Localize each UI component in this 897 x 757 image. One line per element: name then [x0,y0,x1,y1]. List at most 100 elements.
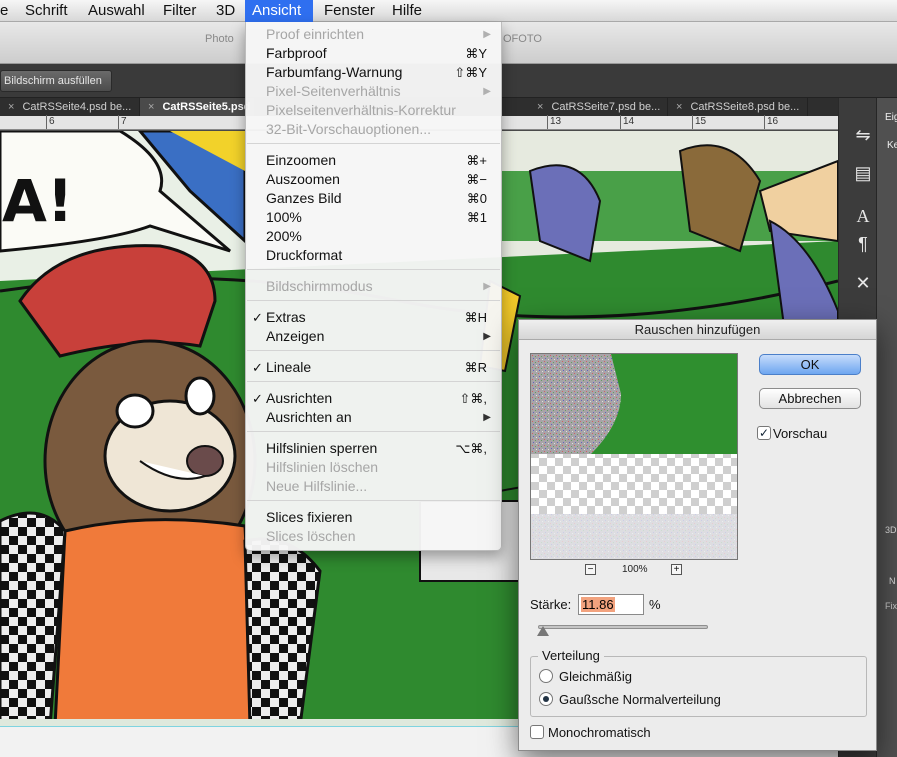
menu-item-shortcut: ⌘+ [466,153,487,168]
menu-item-shortcut: ⇧⌘Y [454,65,487,80]
mini-bridge-icon[interactable]: ⇋ [847,122,879,148]
monochromatic-checkbox[interactable] [530,725,544,739]
ruler-tick [620,115,621,129]
menu-item-label: Farbproof [266,45,327,61]
menu-bar-item-schrift[interactable]: Schrift [18,0,75,22]
menu-item-100[interactable]: 100% ⌘1 [246,208,501,227]
amount-slider[interactable] [538,625,708,629]
distribution-label: Verteilung [538,648,604,663]
view-menu: Proof einrichten ▶ Farbproof ⌘Y Farbumfang-W… [245,22,502,551]
menu-item-farbumfang-warnung[interactable]: Farbumfang-Warnung ⇧⌘Y [246,63,501,82]
tab-catrsseite8[interactable]: × CatRSSeite8.psd be... [668,98,808,116]
menu-item-pixel-seitenverhältnis: Pixel-Seitenverhältnis ▶ [246,82,501,101]
menu-item-shortcut: ⌘H [464,310,487,325]
checkmark-icon: ✓ [252,391,263,406]
menu-bar-item-fenster[interactable]: Fenster [317,0,382,22]
menu-bar-item-edit[interactable]: e [0,0,15,22]
submenu-arrow-icon: ▶ [483,86,491,97]
menu-item-auszoomen[interactable]: Auszoomen ⌘− [246,170,501,189]
uniform-label: Gleichmäßig [559,669,632,684]
tab-label: CatRSSeite4.psd be... [22,101,132,113]
zoom-in-button[interactable]: + [671,564,682,575]
menu-item-label: Farbumfang-Warnung [266,64,403,80]
amount-input[interactable]: 11.86 [578,594,644,615]
tools-icon[interactable]: ✕ [847,270,879,296]
menu-item-200[interactable]: 200% [246,227,501,246]
menu-item-proof-einrichten: Proof einrichten ▶ [246,25,501,44]
ruler-number: 15 [695,116,707,127]
menu-item-slices-löschen: Slices löschen [246,527,501,546]
ruler-tick [692,115,693,129]
paragraph-icon[interactable]: ¶ [847,231,879,257]
menu-item-shortcut: ⌘R [464,360,487,375]
menu-item-slices-fixieren[interactable]: Slices fixieren [246,508,501,527]
ruler-tick [46,115,47,129]
character-icon[interactable]: A [847,203,879,229]
menu-item-label: Pixelseitenverhältnis-Korrektur [266,102,456,118]
tab-close-icon[interactable]: × [8,101,14,113]
menu-item-label: Lineale [266,359,312,375]
ruler-tick [547,115,548,129]
preview-image [531,354,737,559]
tab-close-icon[interactable]: × [148,101,154,113]
menu-item-shortcut: ⌘1 [466,210,487,225]
menu-item-label: Anzeigen [266,328,325,344]
clipboard-icon[interactable]: ▤ [847,160,879,186]
distribution-group [530,656,867,717]
gaussian-radio[interactable] [539,692,553,706]
fit-screen-button[interactable]: Bildschirm ausfüllen [0,70,112,92]
amount-slider-thumb[interactable] [537,626,550,636]
submenu-arrow-icon: ▶ [483,281,491,292]
menu-bar-item-filter[interactable]: Filter [156,0,203,22]
tab-close-icon[interactable]: × [537,101,543,113]
filter-preview[interactable] [530,353,738,560]
menu-item-druckformat[interactable]: Druckformat [246,246,501,265]
zoom-level: 100% [622,564,648,575]
menu-bar-item-auswahl[interactable]: Auswahl [81,0,152,22]
menu-item-ausrichten-an[interactable]: Ausrichten an ▶ [246,408,501,427]
tab-catrsseite5[interactable]: × CatRSSeite5.psd [140,98,255,116]
menu-item-label: Ausrichten an [266,409,352,425]
menu-item-label: Hilfslinien löschen [266,459,379,475]
ruler-number: 7 [121,116,127,127]
menu-bar-item-hilfe[interactable]: Hilfe [385,0,429,22]
amount-value: 11.86 [581,597,615,612]
tab-catrsseite4[interactable]: × CatRSSeite4.psd be... [0,98,140,116]
menu-item-label: Ganzes Bild [266,190,342,206]
menu-item-ausrichten[interactable]: ✓ Ausrichten ⇧⌘, [246,389,501,408]
menu-item-lineale[interactable]: ✓ Lineale ⌘R [246,358,501,377]
ruler-number: 6 [49,116,55,127]
ruler-number: 13 [550,116,562,127]
zoom-out-button[interactable]: − [585,564,596,575]
menu-item-farbproof[interactable]: Farbproof ⌘Y [246,44,501,63]
window-title-fragment-left: Photo [205,33,234,45]
ok-button[interactable]: OK [759,354,861,375]
menu-bar-item-ansicht[interactable]: Ansicht [245,0,313,22]
menu-item-shortcut: ⌘0 [466,191,487,206]
tab-catrsseite7[interactable]: × CatRSSeite7.psd be... [529,98,668,116]
menu-separator [247,381,500,382]
menu-item-anzeigen[interactable]: Anzeigen ▶ [246,327,501,346]
add-noise-dialog: Rauschen hinzufügen − 100% + OK Abbreche… [518,319,877,751]
tab-close-icon[interactable]: × [676,101,682,113]
uniform-radio[interactable] [539,669,553,683]
window-title-fragment-right: OFOTO [503,33,542,45]
menu-item-ganzes-bild[interactable]: Ganzes Bild ⌘0 [246,189,501,208]
preview-label: Vorschau [773,426,828,441]
monochromatic-label: Monochromatisch [548,725,651,740]
cancel-button[interactable]: Abbrechen [759,388,861,409]
panel-label: N [889,576,896,586]
menu-item-pixelseitenverhältnis-korrektur: Pixelseitenverhältnis-Korrektur [246,101,501,120]
amount-unit: % [649,597,661,612]
gaussian-label: Gaußsche Normalverteilung [559,692,721,707]
menu-item-einzoomen[interactable]: Einzoomen ⌘+ [246,151,501,170]
menu-item-hilfslinien-sperren[interactable]: Hilfslinien sperren ⌥⌘, [246,439,501,458]
menu-item-extras[interactable]: ✓ Extras ⌘H [246,308,501,327]
panel-label: 3D [885,525,897,535]
menu-item-label: Neue Hilfslinie... [266,478,368,494]
preview-checkbox[interactable]: ✓ [757,426,771,440]
menu-item-label: Auszoomen [266,171,340,187]
menu-item-shortcut: ⌘Y [465,46,487,61]
menu-bar-item-3d[interactable]: 3D [209,0,242,22]
menu-separator [247,269,500,270]
